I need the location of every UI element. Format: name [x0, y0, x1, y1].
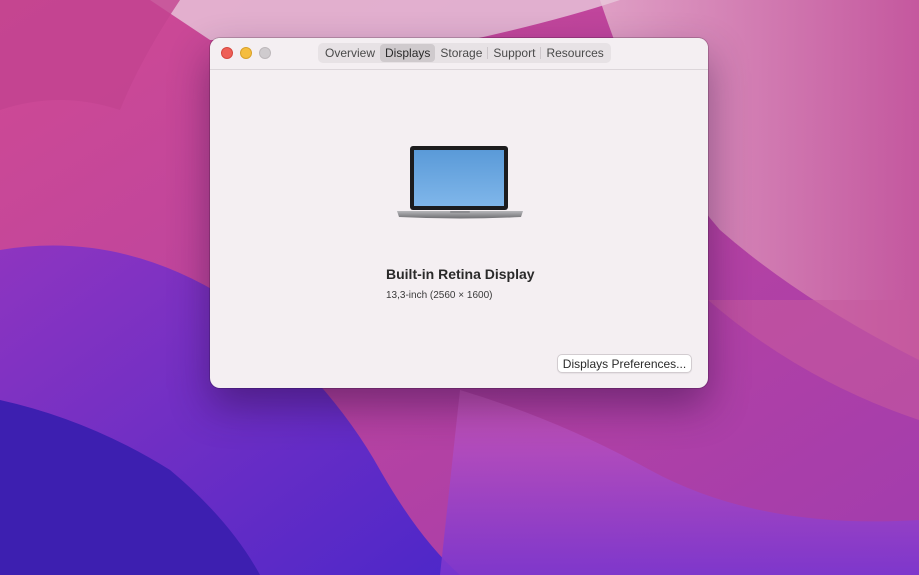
close-button[interactable]	[221, 47, 233, 59]
tab-support[interactable]: Support	[488, 44, 540, 62]
tab-storage[interactable]: Storage	[435, 44, 487, 62]
displays-preferences-button[interactable]: Displays Preferences...	[557, 354, 692, 373]
desktop: Overview Displays Storage Support Resour…	[0, 0, 919, 575]
display-name: Built-in Retina Display	[386, 266, 535, 282]
about-this-mac-window: Overview Displays Storage Support Resour…	[210, 38, 708, 388]
tab-overview[interactable]: Overview	[320, 44, 380, 62]
tab-bar: Overview Displays Storage Support Resour…	[318, 43, 611, 63]
display-spec: 13,3-inch (2560 × 1600)	[386, 290, 493, 301]
laptop-icon	[397, 146, 523, 219]
zoom-button[interactable]	[259, 47, 271, 59]
window-titlebar[interactable]: Overview Displays Storage Support Resour…	[210, 38, 708, 70]
tab-resources[interactable]: Resources	[541, 44, 608, 62]
tab-displays[interactable]: Displays	[380, 44, 436, 62]
minimize-button[interactable]	[240, 47, 252, 59]
